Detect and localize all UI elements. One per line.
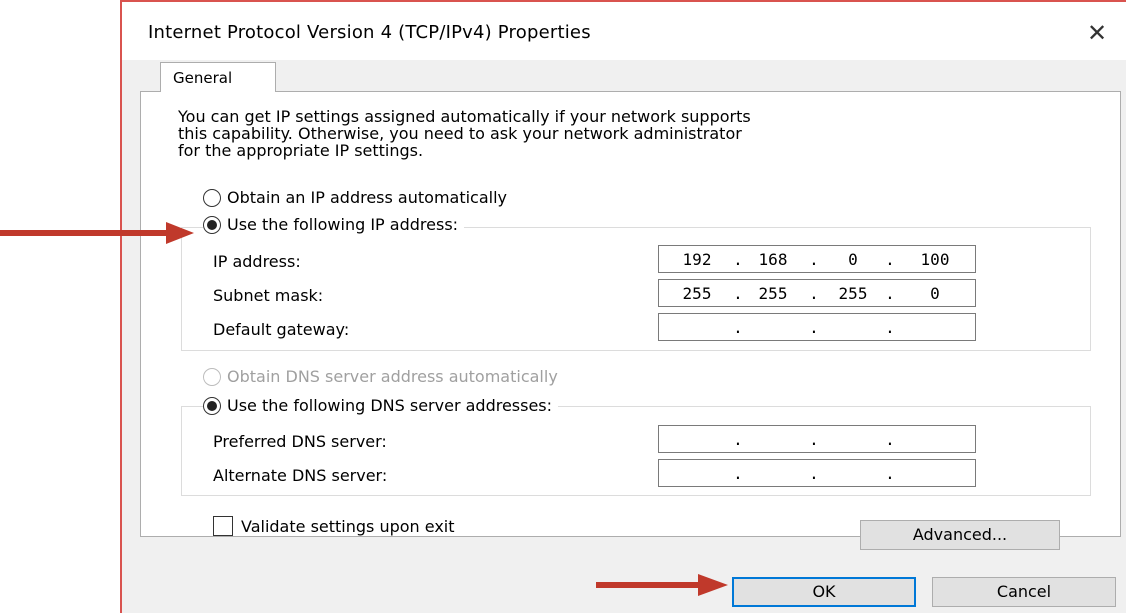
obtain-ip-auto-label: Obtain an IP address automatically	[227, 188, 508, 207]
mask-dot: .	[733, 284, 743, 303]
ip-dot: .	[809, 250, 819, 269]
use-following-dns-label: Use the following DNS server addresses:	[227, 396, 553, 415]
gateway-dot: .	[809, 318, 819, 337]
checkbox-icon[interactable]	[213, 516, 233, 536]
obtain-dns-auto-label: Obtain DNS server address automatically	[227, 367, 558, 386]
close-icon[interactable]: ✕	[1082, 18, 1112, 48]
obtain-dns-auto-radio: Obtain DNS server address automatically	[203, 367, 564, 386]
radio-disabled-icon	[203, 367, 221, 386]
obtain-ip-auto-radio[interactable]: Obtain an IP address automatically	[203, 188, 514, 207]
cancel-button[interactable]: Cancel	[932, 577, 1116, 607]
general-tab-panel: You can get IP settings assigned automat…	[140, 91, 1121, 550]
radio-unchecked-icon[interactable]	[203, 188, 221, 207]
advanced-button[interactable]: Advanced...	[860, 520, 1060, 550]
arrow-head	[698, 574, 728, 596]
default-gateway-field[interactable]: . . .	[658, 313, 976, 341]
validate-settings-label: Validate settings upon exit	[241, 516, 455, 536]
dns-dot: .	[885, 430, 895, 449]
title-bar: Internet Protocol Version 4 (TCP/IPv4) P…	[122, 2, 1126, 60]
ip-octet-1: 192	[682, 250, 712, 269]
gateway-dot: .	[885, 318, 895, 337]
use-following-dns-radio[interactable]: Use the following DNS server addresses:	[203, 396, 559, 415]
radio-checked-icon[interactable]	[203, 396, 221, 415]
subnet-mask-label: Subnet mask:	[213, 286, 324, 305]
mask-dot: .	[885, 284, 895, 303]
ip-address-field[interactable]: 192 . 168 . 0 . 100	[658, 245, 976, 273]
preferred-dns-label: Preferred DNS server:	[213, 432, 387, 451]
dns-dot: .	[733, 430, 743, 449]
ip-address-label: IP address:	[213, 252, 301, 271]
preferred-dns-field[interactable]: . . .	[658, 425, 976, 453]
mask-dot: .	[809, 284, 819, 303]
mask-octet-4: 0	[930, 284, 940, 303]
alternate-dns-label: Alternate DNS server:	[213, 466, 388, 485]
ip-dot: .	[733, 250, 743, 269]
ip-octet-4: 100	[920, 250, 950, 269]
annotation-arrow-icon	[0, 222, 194, 244]
default-gateway-label: Default gateway:	[213, 320, 350, 339]
tab-general[interactable]: General	[160, 62, 276, 92]
dialog-title: Internet Protocol Version 4 (TCP/IPv4) P…	[148, 22, 591, 43]
ip-octet-2: 168	[758, 250, 788, 269]
gateway-dot: .	[733, 318, 743, 337]
radio-checked-icon[interactable]	[203, 215, 221, 234]
annotation-arrow-icon	[596, 574, 728, 596]
ok-button[interactable]: OK	[732, 577, 916, 607]
use-following-ip-label: Use the following IP address:	[227, 215, 459, 234]
ip-octet-3: 0	[848, 250, 858, 269]
dns-dot: .	[885, 464, 895, 483]
dns-dot: .	[809, 464, 819, 483]
mask-octet-1: 255	[682, 284, 712, 303]
dns-dot: .	[809, 430, 819, 449]
alternate-dns-field[interactable]: . . .	[658, 459, 976, 487]
dns-dot: .	[733, 464, 743, 483]
mask-octet-3: 255	[838, 284, 868, 303]
subnet-mask-field[interactable]: 255 . 255 . 255 . 0	[658, 279, 976, 307]
use-following-ip-radio[interactable]: Use the following IP address:	[203, 215, 465, 234]
tcpip-properties-dialog: Internet Protocol Version 4 (TCP/IPv4) P…	[120, 0, 1126, 613]
mask-octet-2: 255	[758, 284, 788, 303]
validate-settings-checkbox[interactable]: Validate settings upon exit	[213, 516, 455, 536]
ip-dot: .	[885, 250, 895, 269]
arrow-head	[166, 222, 194, 244]
intro-text: You can get IP settings assigned automat…	[178, 107, 751, 160]
